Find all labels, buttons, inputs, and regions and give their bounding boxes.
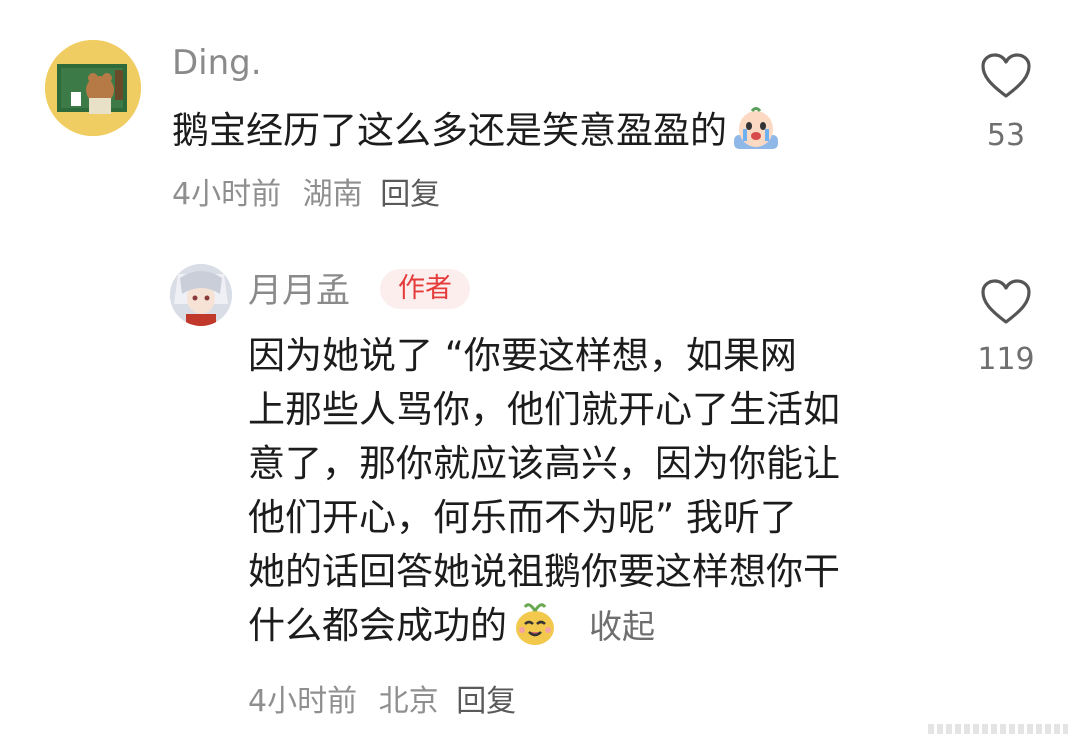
avatar-yueyuemeng[interactable] [170,264,232,326]
reply-time: 4小时前 [248,684,358,719]
avatar-ding[interactable] [45,40,141,136]
reply-line: 她的话回答她说祖鹅你要这样想你干 [248,550,840,593]
reply-line: 他们开心，何乐而不为呢” 我听了 [248,496,797,539]
heart-outline-icon [981,279,1031,324]
avatar-image [170,264,232,326]
comment-location: 湖南 [302,177,363,212]
like-count: 119 [977,342,1035,377]
like-button[interactable]: 53 [961,52,1051,162]
like-count: 53 [986,118,1026,153]
like-button[interactable]: 119 [961,278,1051,388]
collapse-button[interactable]: 收起 [589,607,655,646]
author-badge: 作者 [380,269,470,309]
comment-username[interactable]: Ding. [172,43,262,83]
watermark [928,718,1068,740]
reply-button[interactable]: 回复 [380,177,440,212]
reply-username[interactable]: 月月孟 [248,271,350,311]
crying-egg-emoji-icon [731,107,781,166]
reply-text: 因为她说了 “你要这样想，如果网 上那些人骂你，他们就开心了生活如 意了，那你就… [248,329,840,661]
reply-location: 北京 [378,684,439,719]
reply-last-line: 什么都会成功的 收起 [248,599,840,661]
avatar-image [45,40,141,136]
reply-line: 什么都会成功的 [248,604,507,647]
comment-time: 4小时前 [172,177,282,212]
comment-meta: 4小时前 湖南 回复 [172,177,440,213]
reply-button[interactable]: 回复 [456,684,516,719]
reply-line: 因为她说了 “你要这样想，如果网 [248,334,797,377]
reply-line: 意了，那你就应该高兴，因为你能让 [248,442,840,485]
reply-meta: 4小时前 北京 回复 [248,684,516,720]
happy-sprout-emoji-icon [511,600,559,661]
comment-text-content: 鹅宝经历了这么多还是笑意盈盈的 [172,109,727,152]
comment-text: 鹅宝经历了这么多还是笑意盈盈的 [172,104,781,166]
heart-outline-icon [981,53,1031,98]
reply-line: 上那些人骂你，他们就开心了生活如 [248,388,840,431]
